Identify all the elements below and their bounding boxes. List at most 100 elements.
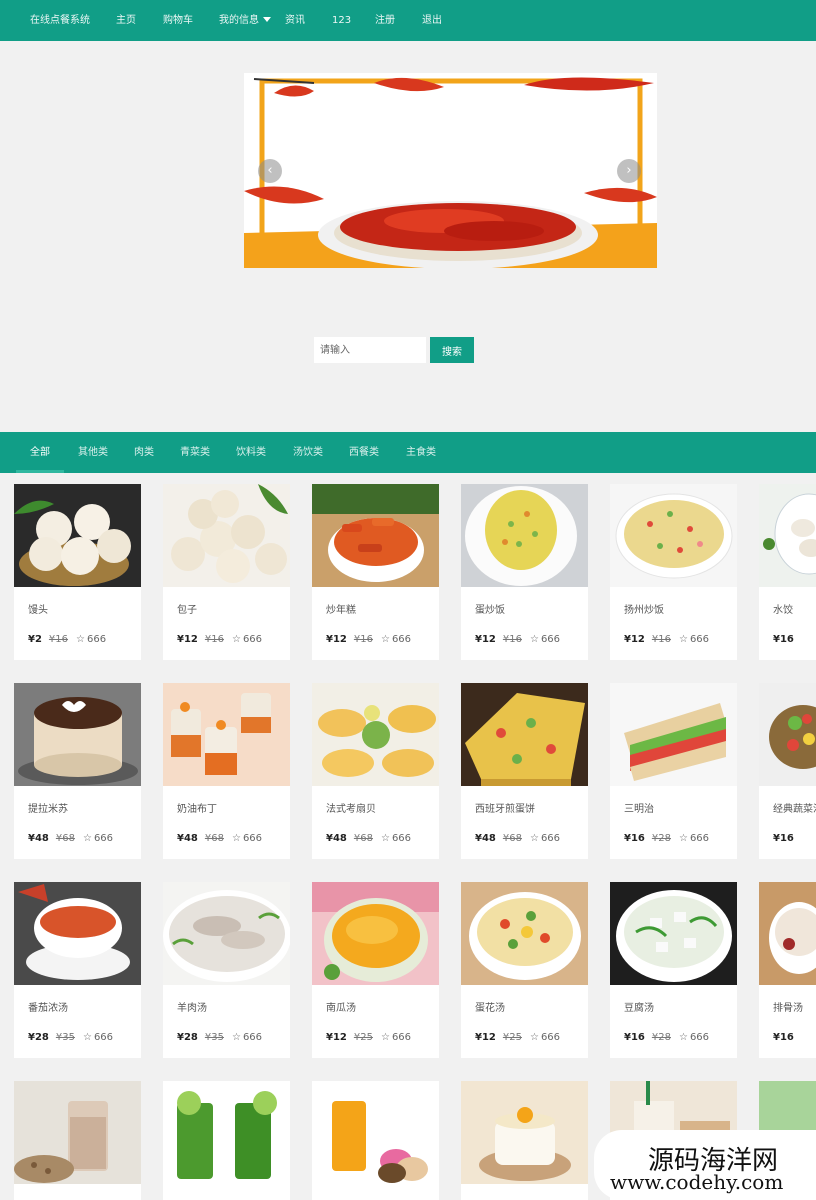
food-old-price: ¥35: [55, 1032, 75, 1043]
food-card[interactable]: 羊肉汤 ¥28 ¥35 ☆ 666: [163, 882, 290, 1058]
star-icon[interactable]: ☆: [530, 1032, 539, 1043]
food-name: 三明治: [624, 804, 654, 815]
food-card[interactable]: 法式考扇贝 ¥48 ¥68 ☆ 666: [312, 683, 439, 859]
star-icon[interactable]: ☆: [530, 833, 539, 844]
nav-my-info-dropdown[interactable]: 我的信息: [219, 0, 271, 41]
nav-brand-link[interactable]: 在线点餐系统: [30, 0, 90, 41]
food-name: 西班牙煎蛋饼: [475, 804, 535, 815]
tab-meat[interactable]: 肉类: [134, 432, 154, 473]
food-old-price: ¥16: [651, 634, 671, 645]
search-button[interactable]: 搜索: [430, 337, 474, 363]
tab-staple[interactable]: 主食类: [406, 432, 436, 473]
food-price: ¥12: [624, 634, 645, 645]
star-icon[interactable]: ☆: [679, 833, 688, 844]
star-icon[interactable]: ☆: [232, 634, 241, 645]
food-likes: 666: [86, 634, 107, 645]
tab-drinks[interactable]: 饮料类: [236, 432, 266, 473]
search-input[interactable]: [314, 337, 426, 363]
caret-down-icon: [263, 17, 271, 22]
food-likes: 666: [93, 1032, 114, 1043]
nav-cart-link[interactable]: 购物车: [163, 0, 193, 41]
food-image: [14, 1081, 141, 1184]
food-name: 包子: [177, 605, 197, 616]
food-price: ¥12: [475, 1032, 496, 1043]
nav-register-link[interactable]: 注册: [375, 0, 395, 41]
food-card[interactable]: 奶油布丁 ¥48 ¥68 ☆ 666: [163, 683, 290, 859]
carousel-next-button[interactable]: ›: [617, 159, 641, 183]
star-icon[interactable]: ☆: [232, 833, 241, 844]
food-meta: ¥48 ¥68 ☆ 666: [28, 833, 113, 844]
food-image: [759, 683, 816, 786]
food-meta: ¥2 ¥16 ☆ 666: [28, 634, 106, 645]
food-card[interactable]: 三明治 ¥16 ¥28 ☆ 666: [610, 683, 737, 859]
food-likes: 666: [93, 833, 114, 844]
nav-logout-link[interactable]: 退出: [422, 0, 442, 41]
nav-user-link[interactable]: 123: [332, 0, 351, 41]
food-price: ¥12: [326, 1032, 347, 1043]
food-meta: ¥28 ¥35 ☆ 666: [177, 1032, 262, 1043]
food-card[interactable]: [312, 1081, 439, 1200]
food-name: 水饺: [773, 605, 793, 616]
food-image: [312, 882, 439, 985]
tab-vegetables[interactable]: 青菜类: [180, 432, 210, 473]
food-card[interactable]: 经典蔬菜沙 ¥16: [759, 683, 816, 859]
food-price: ¥16: [624, 1032, 645, 1043]
food-image: [14, 683, 141, 786]
star-icon[interactable]: ☆: [381, 833, 390, 844]
food-card[interactable]: 蛋炒饭 ¥12 ¥16 ☆ 666: [461, 484, 588, 660]
food-likes: 666: [391, 634, 412, 645]
food-old-price: ¥25: [353, 1032, 373, 1043]
nav-news-link[interactable]: 资讯: [285, 0, 305, 41]
food-card[interactable]: 馒头 ¥2 ¥16 ☆ 666: [14, 484, 141, 660]
food-card[interactable]: 西班牙煎蛋饼 ¥48 ¥68 ☆ 666: [461, 683, 588, 859]
food-old-price: ¥28: [651, 1032, 671, 1043]
food-image: [163, 882, 290, 985]
food-likes: 666: [689, 634, 710, 645]
food-card[interactable]: [461, 1081, 588, 1200]
food-name: 提拉米苏: [28, 804, 68, 815]
banner-carousel[interactable]: [244, 73, 657, 268]
star-icon[interactable]: ☆: [381, 1032, 390, 1043]
tab-label: 全部: [30, 447, 50, 458]
star-icon[interactable]: ☆: [76, 634, 85, 645]
food-card[interactable]: [163, 1081, 290, 1200]
food-card[interactable]: 水饺 ¥16: [759, 484, 816, 660]
food-meta: ¥16: [773, 1032, 794, 1043]
tab-soups[interactable]: 汤饮类: [293, 432, 323, 473]
food-image: [610, 882, 737, 985]
food-card[interactable]: 排骨汤 ¥16: [759, 882, 816, 1058]
star-icon[interactable]: ☆: [679, 1032, 688, 1043]
nav-home-link[interactable]: 主页: [116, 0, 136, 41]
food-likes: 666: [540, 1032, 561, 1043]
star-icon[interactable]: ☆: [679, 634, 688, 645]
tab-other[interactable]: 其他类: [78, 432, 108, 473]
food-card[interactable]: [14, 1081, 141, 1200]
tab-all[interactable]: 全部: [16, 432, 64, 473]
food-old-price: ¥28: [651, 833, 671, 844]
food-old-price: ¥35: [204, 1032, 224, 1043]
star-icon[interactable]: ☆: [232, 1032, 241, 1043]
watermark: 源码海洋网 www.codehy.com: [594, 1130, 816, 1200]
food-card[interactable]: 番茄浓汤 ¥28 ¥35 ☆ 666: [14, 882, 141, 1058]
food-card[interactable]: 包子 ¥12 ¥16 ☆ 666: [163, 484, 290, 660]
food-card[interactable]: 提拉米苏 ¥48 ¥68 ☆ 666: [14, 683, 141, 859]
food-card[interactable]: 炒年糕 ¥12 ¥16 ☆ 666: [312, 484, 439, 660]
food-card[interactable]: 豆腐汤 ¥16 ¥28 ☆ 666: [610, 882, 737, 1058]
star-icon[interactable]: ☆: [83, 1032, 92, 1043]
food-card[interactable]: 南瓜汤 ¥12 ¥25 ☆ 666: [312, 882, 439, 1058]
food-old-price: ¥25: [502, 1032, 522, 1043]
carousel-prev-button[interactable]: ‹: [258, 159, 282, 183]
food-likes: 666: [540, 833, 561, 844]
food-name: 奶油布丁: [177, 804, 217, 815]
star-icon[interactable]: ☆: [83, 833, 92, 844]
food-image: [461, 882, 588, 985]
food-card[interactable]: 蛋花汤 ¥12 ¥25 ☆ 666: [461, 882, 588, 1058]
tab-western[interactable]: 西餐类: [349, 432, 379, 473]
food-meta: ¥12 ¥16 ☆ 666: [177, 634, 262, 645]
star-icon[interactable]: ☆: [530, 634, 539, 645]
food-likes: 666: [689, 1032, 710, 1043]
food-image: [312, 683, 439, 786]
category-tabbar: 全部 其他类 肉类 青菜类 饮料类 汤饮类 西餐类 主食类: [0, 432, 816, 473]
food-card[interactable]: 扬州炒饭 ¥12 ¥16 ☆ 666: [610, 484, 737, 660]
star-icon[interactable]: ☆: [381, 634, 390, 645]
